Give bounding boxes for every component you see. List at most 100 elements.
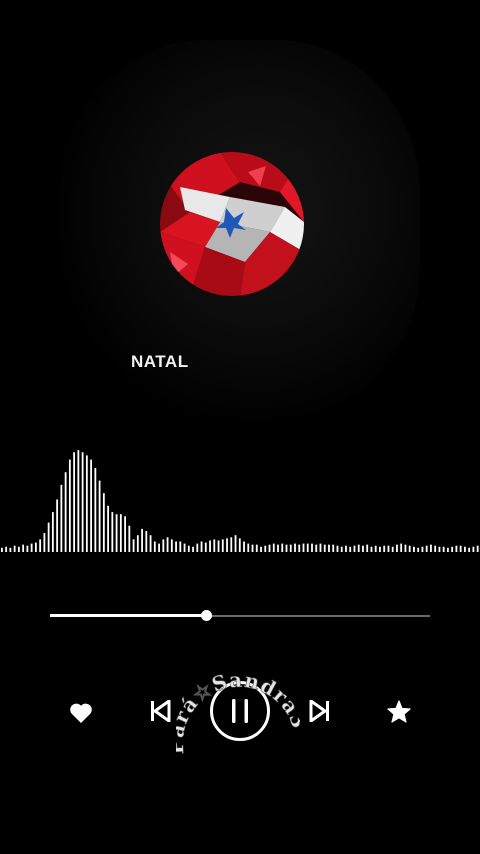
previous-button[interactable] [143,694,177,728]
visualizer-bar [349,546,352,552]
visualizer-bar [136,535,139,552]
visualizer-bar [22,544,25,552]
visualizer-bar [17,546,20,552]
seek-bar[interactable] [50,610,430,621]
visualizer-bar [102,493,105,552]
para-flag-art [160,152,304,296]
visualizer-bar [179,541,182,552]
visualizer-bar [60,484,63,552]
audio-visualizer [1,450,479,552]
visualizer-bar [408,545,411,552]
visualizer-bar [391,546,394,552]
heart-icon [70,703,92,723]
visualizer-bar [464,546,466,552]
visualizer-bar [472,546,475,552]
visualizer-bar [5,546,8,552]
visualizer-bar [26,545,29,552]
visualizer-bar [90,459,92,552]
visualizer-bar [451,546,454,552]
visualizer-bar [221,539,224,552]
visualizer-bar [425,545,428,552]
visualizer-bar [345,545,347,552]
visualizer-bar [200,541,203,552]
visualizer-bar [64,472,67,552]
play-pause-button[interactable] [210,681,270,741]
visualizer-bar [323,544,326,552]
visualizer-bar [115,514,118,552]
visualizer-bar [387,545,390,552]
visualizer-bar [77,450,80,552]
visualizer-bar [251,544,254,552]
visualizer-bar [459,545,462,552]
visualizer-bar [294,543,296,552]
visualizer-bar [81,452,84,552]
visualizer-bar [353,545,356,552]
visualizer-bar [400,543,403,552]
visualizer-bar [149,535,152,552]
visualizer-bar [413,546,415,552]
visualizer-bar [340,546,343,552]
visualizer-bar [255,544,258,552]
skip-previous-icon [151,700,171,722]
visualizer-bar [51,512,54,552]
visualizer-bar [196,543,199,552]
visualizer-bar [119,514,122,552]
like-button[interactable] [64,696,98,730]
visualizer-bar [204,542,207,552]
visualizer-bar [153,541,156,552]
visualizer-bar [217,540,220,552]
visualizer-bar [209,540,211,552]
visualizer-bar [175,541,177,552]
visualizer-bar [298,544,301,552]
visualizer-bar [281,543,284,552]
visualizer-bar [476,545,479,552]
visualizer-bar [366,544,369,552]
visualizer-bar [234,535,237,552]
visualizer-bar [289,544,292,552]
visualizer-bar [455,545,458,552]
visualizer-bar [442,546,445,552]
visualizer-bar [374,545,377,552]
visualizer-bar [421,546,424,552]
favorite-button[interactable] [382,694,416,728]
visualizer-bar [213,539,216,552]
visualizer-bar [34,542,37,552]
visualizer-bar [98,480,101,552]
visualizer-bar [128,525,131,552]
track-title: NATAL [131,352,189,371]
visualizer-bar [43,533,46,552]
visualizer-bar [124,516,126,552]
visualizer-bar [56,499,59,552]
visualizer-bar [430,544,432,552]
visualizer-bar [264,545,267,552]
visualizer-bar [362,545,364,552]
visualizer-bar [13,545,16,552]
visualizer-bar [311,543,313,552]
visualizer-bar [277,544,279,552]
visualizer-bar [30,543,33,552]
visualizer-bar [166,537,169,552]
visualizer-bar [328,544,330,552]
visualizer-bar [107,505,109,552]
visualizer-bar [85,455,88,552]
visualizer-bar [111,512,114,552]
visualizer-bar [379,546,381,552]
visualizer-bar [434,545,437,552]
star-icon [387,699,411,723]
visualizer-bar [183,543,186,552]
next-button[interactable] [303,694,337,728]
visualizer-bar [158,543,160,552]
visualizer-bar [68,459,71,552]
visualizer-bar [73,452,76,552]
visualizer-bar [468,547,471,552]
visualizer-bar [332,544,335,552]
visualizer-bar [141,528,143,552]
visualizer-bar [357,544,360,552]
visualizer-bar [285,544,288,552]
album-art [160,152,304,296]
visualizer-bar [370,546,373,552]
visualizer-bar [315,544,318,552]
visualizer-bar [438,546,441,552]
visualizer-bar [272,543,275,552]
seek-thumb[interactable] [200,610,212,621]
